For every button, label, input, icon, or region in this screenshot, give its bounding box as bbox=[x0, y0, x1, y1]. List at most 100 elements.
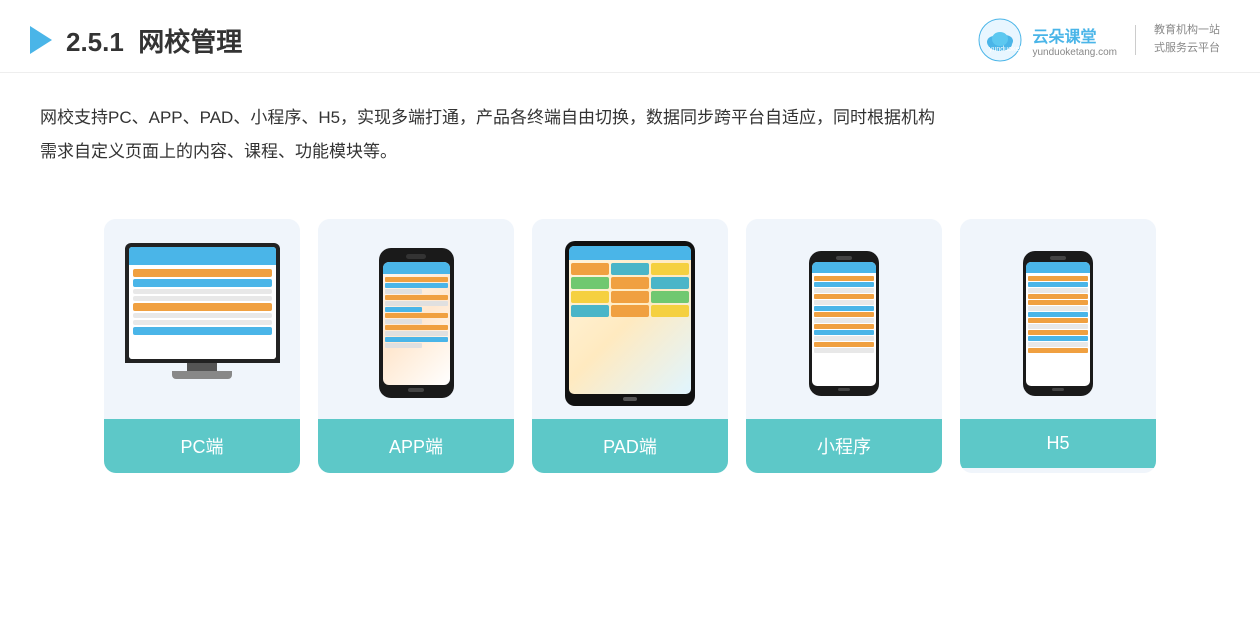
card-pad-image bbox=[532, 219, 728, 419]
mini-home bbox=[838, 388, 850, 391]
h5-row-7 bbox=[1028, 312, 1088, 317]
pad-c6 bbox=[651, 277, 689, 289]
card-pc-label: PC端 bbox=[104, 419, 300, 473]
card-pc: PC端 bbox=[104, 219, 300, 473]
p-row-2 bbox=[385, 283, 448, 288]
m-row-7 bbox=[814, 312, 874, 317]
phone-bar bbox=[383, 262, 450, 274]
pad-c5 bbox=[611, 277, 649, 289]
m-row-3 bbox=[814, 288, 874, 293]
h5-row-13 bbox=[1028, 348, 1088, 353]
pc-base bbox=[172, 371, 232, 379]
header: 2.5.1 网校管理 yunduoketang 云朵课堂 yunduoketan… bbox=[0, 0, 1260, 73]
card-miniapp-label: 小程序 bbox=[746, 419, 942, 473]
p-row-7 bbox=[385, 313, 448, 318]
m-row-5 bbox=[814, 300, 874, 305]
p-row-3 bbox=[385, 289, 423, 294]
pad-grid bbox=[569, 260, 691, 320]
slogan-line2: 式服务云平台 bbox=[1154, 40, 1220, 58]
mini-screen bbox=[812, 262, 876, 386]
h5-bar bbox=[1026, 262, 1090, 273]
m-row-8 bbox=[814, 318, 874, 323]
pad-c4 bbox=[571, 277, 609, 289]
p-row-12 bbox=[385, 343, 423, 348]
pc-screen-rows bbox=[129, 267, 276, 337]
phone-notch bbox=[406, 254, 426, 259]
p-row-6 bbox=[385, 307, 423, 312]
m-row-11 bbox=[814, 336, 874, 341]
card-miniapp: 小程序 bbox=[746, 219, 942, 473]
m-row-1 bbox=[814, 276, 874, 281]
app-phone-mockup bbox=[379, 248, 454, 398]
p-row-11 bbox=[385, 337, 448, 342]
h5-row-11 bbox=[1028, 336, 1088, 341]
pad-c3 bbox=[651, 263, 689, 275]
h5-phone-mockup bbox=[1023, 251, 1093, 396]
card-pad-label: PAD端 bbox=[532, 419, 728, 473]
card-h5-image bbox=[960, 219, 1156, 419]
pad-c11 bbox=[611, 305, 649, 317]
logo-triangle-icon bbox=[30, 26, 52, 54]
pad-c12 bbox=[651, 305, 689, 317]
pc-row-3 bbox=[133, 289, 272, 294]
pad-home bbox=[623, 397, 637, 401]
desc-line2: 需求自定义页面上的内容、课程、功能模块等。 bbox=[40, 135, 1220, 169]
card-pc-image bbox=[104, 219, 300, 419]
section-number: 2.5.1 bbox=[66, 27, 124, 57]
pad-c2 bbox=[611, 263, 649, 275]
pc-mockup bbox=[122, 243, 282, 403]
mini-bar bbox=[812, 262, 876, 273]
slogan-line1: 教育机构一站 bbox=[1154, 22, 1220, 40]
pc-screen-outer bbox=[125, 243, 280, 363]
page-title: 2.5.1 网校管理 bbox=[66, 22, 242, 59]
m-row-6 bbox=[814, 306, 874, 311]
pc-row-8 bbox=[133, 327, 272, 335]
brand-text: 云朵课堂 yunduoketang.com bbox=[1032, 23, 1117, 58]
card-app-image bbox=[318, 219, 514, 419]
mini-rows bbox=[812, 273, 876, 356]
h5-rows bbox=[1026, 273, 1090, 356]
card-pad: PAD端 bbox=[532, 219, 728, 473]
pc-neck bbox=[187, 363, 217, 371]
phone-content bbox=[383, 274, 450, 351]
brand-cloud-icon: yunduoketang bbox=[978, 18, 1022, 62]
h5-row-10 bbox=[1028, 330, 1088, 335]
pc-screen-inner bbox=[129, 247, 276, 359]
h5-notch bbox=[1050, 256, 1066, 260]
p-row-10 bbox=[385, 331, 448, 336]
card-miniapp-image bbox=[746, 219, 942, 419]
brand-logo: yunduoketang bbox=[978, 18, 1022, 62]
p-row-1 bbox=[385, 277, 448, 282]
h5-home bbox=[1052, 388, 1064, 391]
m-row-12 bbox=[814, 342, 874, 347]
card-h5: H5 bbox=[960, 219, 1156, 473]
h5-row-4 bbox=[1028, 294, 1088, 299]
h5-row-8 bbox=[1028, 318, 1088, 323]
pad-mockup bbox=[565, 241, 695, 406]
vertical-divider bbox=[1135, 25, 1136, 55]
pad-c8 bbox=[611, 291, 649, 303]
mini-notch bbox=[836, 256, 852, 260]
h5-row-12 bbox=[1028, 342, 1088, 347]
h5-row-5 bbox=[1028, 300, 1088, 305]
pad-bar bbox=[569, 246, 691, 260]
m-row-9 bbox=[814, 324, 874, 329]
h5-row-2 bbox=[1028, 282, 1088, 287]
phone-screen bbox=[383, 262, 450, 385]
card-h5-label: H5 bbox=[960, 419, 1156, 468]
p-row-4 bbox=[385, 295, 448, 300]
pc-screen-content bbox=[129, 247, 276, 359]
pc-row-4 bbox=[133, 296, 272, 301]
page: 2.5.1 网校管理 yunduoketang 云朵课堂 yunduoketan… bbox=[0, 0, 1260, 630]
m-row-10 bbox=[814, 330, 874, 335]
p-row-9 bbox=[385, 325, 448, 330]
svg-text:yunduoketang: yunduoketang bbox=[989, 46, 1022, 53]
p-row-8 bbox=[385, 319, 423, 324]
card-app: APP端 bbox=[318, 219, 514, 473]
card-app-label: APP端 bbox=[318, 419, 514, 473]
h5-row-9 bbox=[1028, 324, 1088, 329]
description-block: 网校支持PC、APP、PAD、小程序、H5，实现多端打通，产品各终端自由切换，数… bbox=[0, 73, 1260, 179]
header-right: yunduoketang 云朵课堂 yunduoketang.com 教育机构一… bbox=[978, 18, 1220, 62]
cards-container: PC端 bbox=[0, 189, 1260, 493]
desc-line1: 网校支持PC、APP、PAD、小程序、H5，实现多端打通，产品各终端自由切换，数… bbox=[40, 101, 1220, 135]
